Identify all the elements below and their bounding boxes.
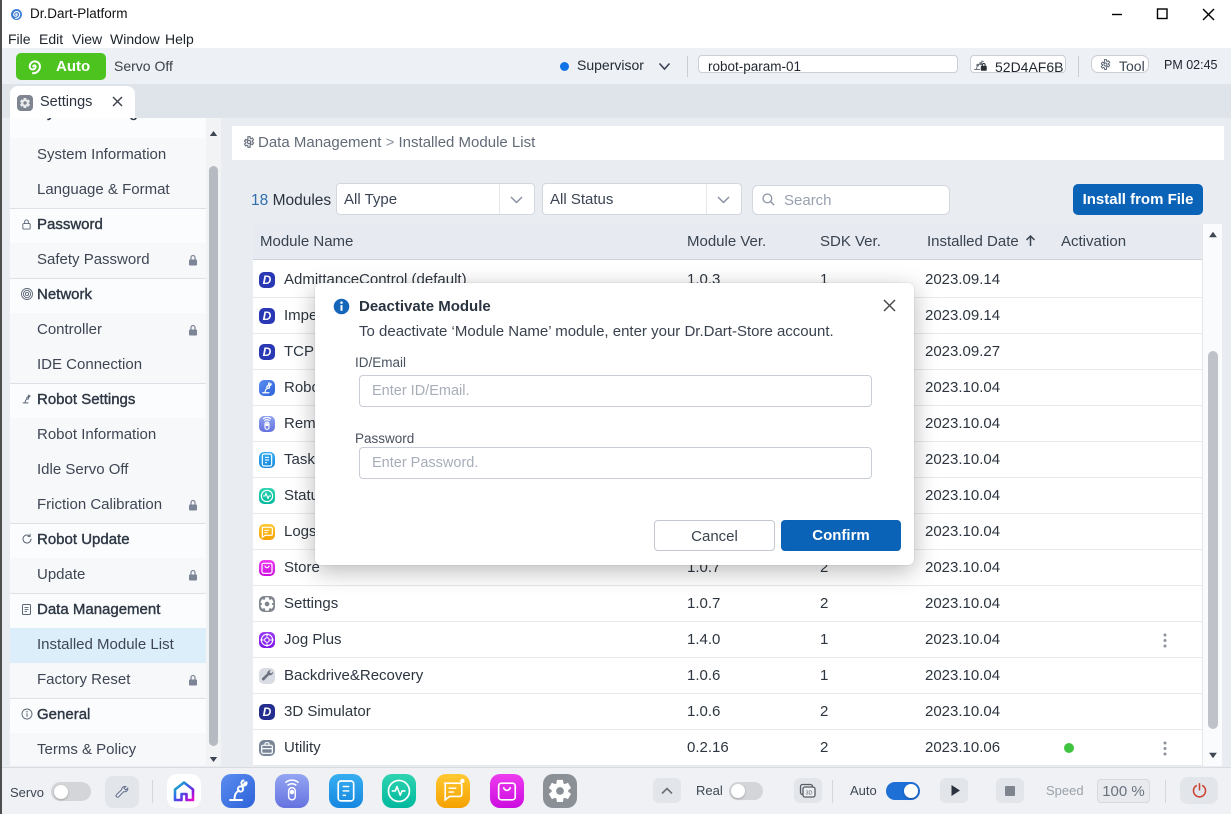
svg-text:3D: 3D [805,791,812,797]
